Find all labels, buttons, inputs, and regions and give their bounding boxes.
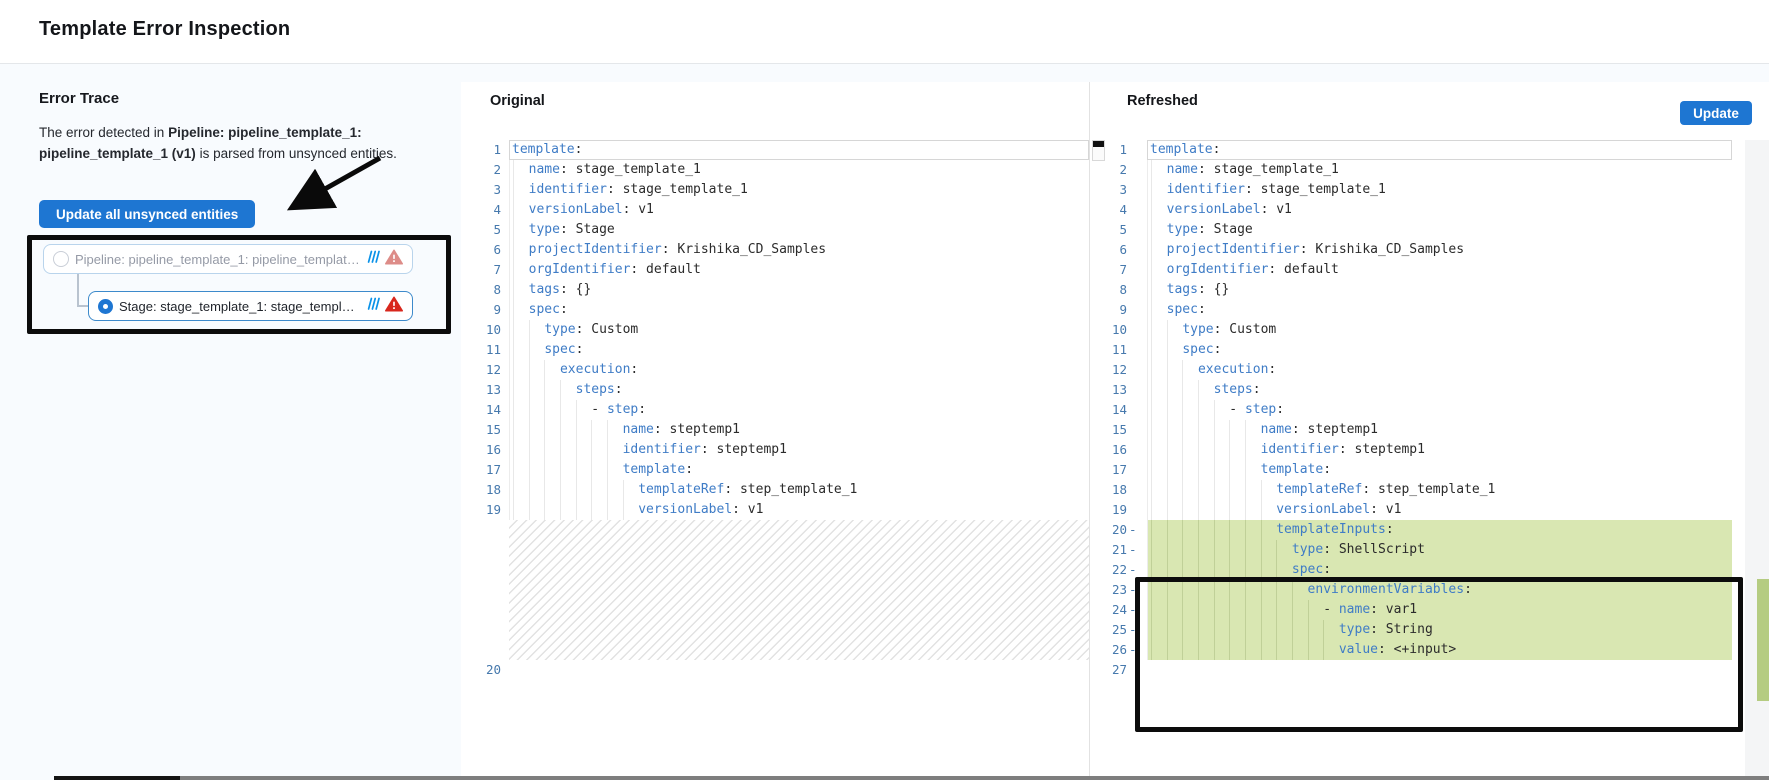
tree-item-label: Pipeline: pipeline_template_1: pipeline_… <box>75 252 361 267</box>
code-line: 8 tags: {} <box>461 280 1089 300</box>
code-line: 11 spec: <box>1089 340 1732 360</box>
code-line: 20- templateInputs: <box>1089 520 1732 540</box>
code-line: 6 projectIdentifier: Krishika_CD_Samples <box>461 240 1089 260</box>
code-line: 7 orgIdentifier: default <box>1089 260 1732 280</box>
code-line: 16 identifier: steptemp1 <box>461 440 1089 460</box>
update-all-unsynced-button[interactable]: Update all unsynced entities <box>39 200 255 228</box>
code-line: 27 <box>1089 660 1732 680</box>
warning-triangle-icon <box>385 249 403 270</box>
code-line: 4 versionLabel: v1 <box>461 200 1089 220</box>
code-line: 8 tags: {} <box>1089 280 1732 300</box>
code-line: 14 - step: <box>461 400 1089 420</box>
code-line: 10 type: Custom <box>1089 320 1732 340</box>
diff-added-overview-marker <box>1757 579 1769 701</box>
code-line: 19 versionLabel: v1 <box>461 500 1089 520</box>
page-title: Template Error Inspection <box>0 0 1769 41</box>
code-line: 20 <box>461 660 1089 680</box>
original-panel-title: Original <box>490 93 545 109</box>
error-trace-sidebar: Error Trace The error detected in Pipeli… <box>0 64 461 780</box>
code-line: 1template: <box>461 140 1089 160</box>
tree-item-stage[interactable]: Stage: stage_template_1: stage_templat..… <box>88 291 413 321</box>
window-bottom-edge-gray <box>180 776 1769 780</box>
code-line: 10 type: Custom <box>461 320 1089 340</box>
code-line: 22- spec: <box>1089 560 1732 580</box>
tree-item-label: Stage: stage_template_1: stage_templat..… <box>119 299 361 314</box>
code-line: 11 spec: <box>461 340 1089 360</box>
code-line: 9 spec: <box>461 300 1089 320</box>
warning-triangle-icon <box>385 296 403 317</box>
code-line: 26- value: <+input> <box>1089 640 1732 660</box>
editor-scrollbar-strip[interactable] <box>1745 140 1769 776</box>
code-line: 21- type: ShellScript <box>1089 540 1732 560</box>
code-line: 7 orgIdentifier: default <box>461 260 1089 280</box>
original-yaml-editor[interactable]: 1template:2 name: stage_template_13 iden… <box>461 140 1089 680</box>
code-line: 24- - name: var1 <box>1089 600 1732 620</box>
template-library-icon <box>367 297 380 316</box>
code-line: 6 projectIdentifier: Krishika_CD_Samples <box>1089 240 1732 260</box>
update-button[interactable]: Update <box>1680 101 1752 125</box>
code-line: 25- type: String <box>1089 620 1732 640</box>
code-line: 12 execution: <box>1089 360 1732 380</box>
dialog-header: Template Error Inspection <box>0 0 1769 64</box>
code-line: 1template: <box>1089 140 1732 160</box>
dialog-content: Error Trace The error detected in Pipeli… <box>0 64 1769 780</box>
tree-connector-horizontal <box>77 305 88 307</box>
error-trace-heading: Error Trace <box>39 90 119 107</box>
tree-item-pipeline[interactable]: Pipeline: pipeline_template_1: pipeline_… <box>43 244 413 274</box>
overview-cursor-marker <box>1092 140 1105 161</box>
code-line: 13 steps: <box>461 380 1089 400</box>
refreshed-panel-title: Refreshed <box>1127 93 1198 109</box>
code-line: 2 name: stage_template_1 <box>461 160 1089 180</box>
refreshed-yaml-editor[interactable]: 1template:2 name: stage_template_13 iden… <box>1089 140 1732 680</box>
error-description: The error detected in Pipeline: pipeline… <box>39 122 421 164</box>
code-line: 2 name: stage_template_1 <box>1089 160 1732 180</box>
code-line: 5 type: Stage <box>461 220 1089 240</box>
tree-connector-vertical <box>77 274 79 306</box>
code-line: 5 type: Stage <box>1089 220 1732 240</box>
collapsed-diff-region <box>461 520 1089 660</box>
radio-unselected[interactable] <box>53 251 69 267</box>
code-line: 18 templateRef: step_template_1 <box>1089 480 1732 500</box>
template-library-icon <box>367 250 380 269</box>
code-line: 15 name: steptemp1 <box>1089 420 1732 440</box>
code-line: 14 - step: <box>1089 400 1732 420</box>
code-line: 4 versionLabel: v1 <box>1089 200 1732 220</box>
code-line: 3 identifier: stage_template_1 <box>1089 180 1732 200</box>
window-bottom-edge-dark <box>54 776 180 780</box>
code-line: 15 name: steptemp1 <box>461 420 1089 440</box>
code-line: 17 template: <box>1089 460 1732 480</box>
code-line: 19 versionLabel: v1 <box>1089 500 1732 520</box>
code-line: 18 templateRef: step_template_1 <box>461 480 1089 500</box>
code-line: 13 steps: <box>1089 380 1732 400</box>
code-line: 9 spec: <box>1089 300 1732 320</box>
code-line: 23- environmentVariables: <box>1089 580 1732 600</box>
code-line: 12 execution: <box>461 360 1089 380</box>
code-line: 3 identifier: stage_template_1 <box>461 180 1089 200</box>
code-line: 17 template: <box>461 460 1089 480</box>
code-line: 16 identifier: steptemp1 <box>1089 440 1732 460</box>
radio-selected[interactable] <box>98 299 113 314</box>
template-error-inspection-dialog: Template Error Inspection Error Trace Th… <box>0 0 1769 780</box>
